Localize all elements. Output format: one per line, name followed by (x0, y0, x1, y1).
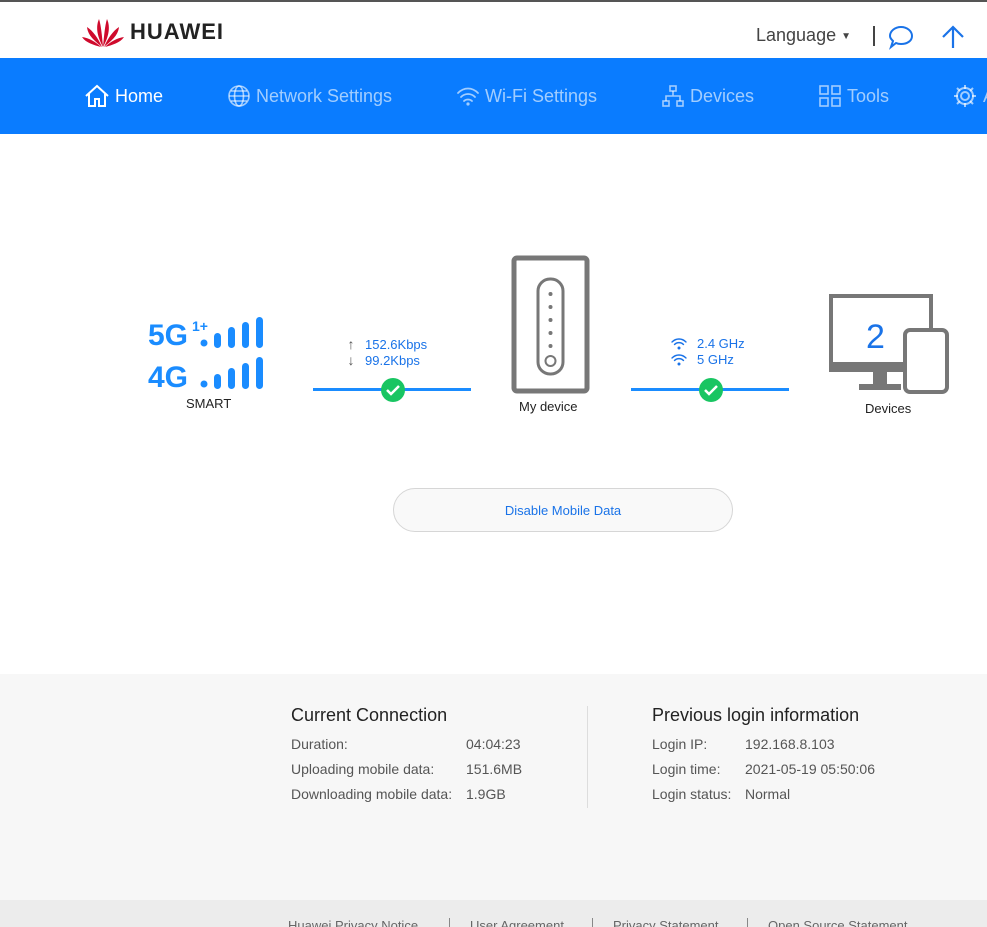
nav-item-advanced[interactable]: A (952, 58, 987, 134)
chat-icon[interactable] (888, 24, 914, 50)
footer-link-privacy-notice[interactable]: Huawei Privacy Notice (288, 918, 418, 927)
footer-link-user-agreement[interactable]: User Agreement (470, 918, 564, 927)
download-rate-value: 99.2Kbps (365, 352, 420, 368)
wifi-icon (457, 87, 479, 106)
footer-divider (747, 918, 748, 927)
nav-item-home[interactable]: Home (84, 58, 163, 134)
nav-label: Wi-Fi Settings (485, 85, 598, 106)
login-status-value: Normal (745, 786, 791, 802)
my-device-label[interactable]: My device (519, 399, 578, 414)
upload-data-value: 151.6MB (466, 761, 523, 777)
home-icon (85, 84, 109, 107)
disable-mobile-data-button[interactable]: Disable Mobile Data (393, 488, 733, 532)
header: HUAWEI Language ▼ (0, 2, 987, 58)
main-nav: Home Network Settings Wi-Fi Settings Dev… (0, 58, 987, 134)
wifi-icon (671, 337, 687, 349)
footer-divider (592, 918, 593, 927)
download-rate: ↓ 99.2Kbps (346, 352, 420, 368)
wifi-band-5: 5 GHz (671, 352, 734, 367)
login-time-value: 2021-05-19 05:50:06 (745, 761, 875, 777)
network-5g-text: 5G (148, 319, 188, 352)
wifi-icon (671, 353, 687, 365)
duration-value: 04:04:23 (466, 736, 521, 752)
huawei-logo[interactable]: HUAWEI (82, 16, 224, 48)
network-4g-text: 4G (148, 361, 188, 393)
header-divider (873, 26, 875, 46)
nav-item-devices[interactable]: Devices (661, 58, 754, 134)
globe-icon (228, 85, 250, 107)
footer: Huawei Privacy Notice User Agreement Pri… (0, 900, 987, 927)
footer-link-privacy-statement[interactable]: Privacy Statement (613, 918, 719, 927)
wifi-band-24: 2.4 GHz (671, 336, 745, 351)
caret-down-icon: ▼ (841, 31, 851, 42)
signal-strength-icon: 5G 1+ 4G (148, 317, 263, 394)
devices-count: 2 (866, 318, 885, 356)
signal-indicator: 5G 1+ 4G (148, 315, 274, 398)
info-divider (587, 706, 588, 808)
router-icon[interactable] (511, 255, 591, 395)
wifi-band-24-label: 2.4 GHz (697, 336, 745, 351)
nav-label: Home (115, 85, 164, 106)
language-selector[interactable]: Language ▼ (756, 25, 851, 46)
network-mode-label: SMART (186, 396, 232, 411)
login-ip-value: 192.168.8.103 (745, 736, 835, 752)
upload-rate: ↑ 152.6Kbps (346, 336, 428, 352)
nav-label: Tools (847, 85, 890, 106)
login-status-label: Login status: (652, 786, 732, 802)
arrow-down-icon: ↓ (347, 352, 355, 368)
arrow-up-icon: ↑ (347, 336, 355, 352)
download-data-value: 1.9GB (466, 786, 506, 802)
download-data-label: Downloading mobile data: (291, 786, 453, 802)
nav-label: Devices (690, 85, 755, 106)
huawei-flower-icon (82, 19, 124, 47)
brand-name: HUAWEI (130, 19, 224, 44)
duration-label: Duration: (291, 736, 348, 752)
checkmark-icon (704, 385, 718, 396)
checkmark-icon (386, 385, 400, 396)
gear-icon (954, 85, 976, 107)
network-tree-icon (662, 85, 684, 107)
network-5g-sup: 1+ (192, 318, 208, 334)
previous-login-title: Previous login information (652, 705, 860, 725)
current-connection-title: Current Connection (291, 705, 448, 725)
nav-label: Network Settings (256, 85, 393, 106)
footer-link-open-source[interactable]: Open Source Statement (768, 918, 907, 927)
wan-status-check (381, 378, 405, 402)
footer-divider (449, 918, 450, 927)
nav-label: A (983, 86, 987, 107)
language-label: Language (756, 25, 837, 45)
grid-icon (819, 85, 841, 107)
devices-icon[interactable] (829, 294, 951, 396)
wifi-band-5-label: 5 GHz (697, 352, 734, 367)
upload-rate-value: 152.6Kbps (365, 336, 428, 352)
devices-label[interactable]: Devices (865, 401, 911, 416)
login-time-label: Login time: (652, 761, 721, 777)
upload-data-label: Uploading mobile data: (291, 761, 435, 777)
nav-item-tools[interactable]: Tools (818, 58, 889, 134)
nav-item-wifi-settings[interactable]: Wi-Fi Settings (456, 58, 597, 134)
arrow-up-icon[interactable] (940, 24, 966, 50)
status-panel (0, 134, 987, 674)
nav-item-network-settings[interactable]: Network Settings (227, 58, 392, 134)
login-ip-label: Login IP: (652, 736, 708, 752)
lan-status-check (699, 378, 723, 402)
